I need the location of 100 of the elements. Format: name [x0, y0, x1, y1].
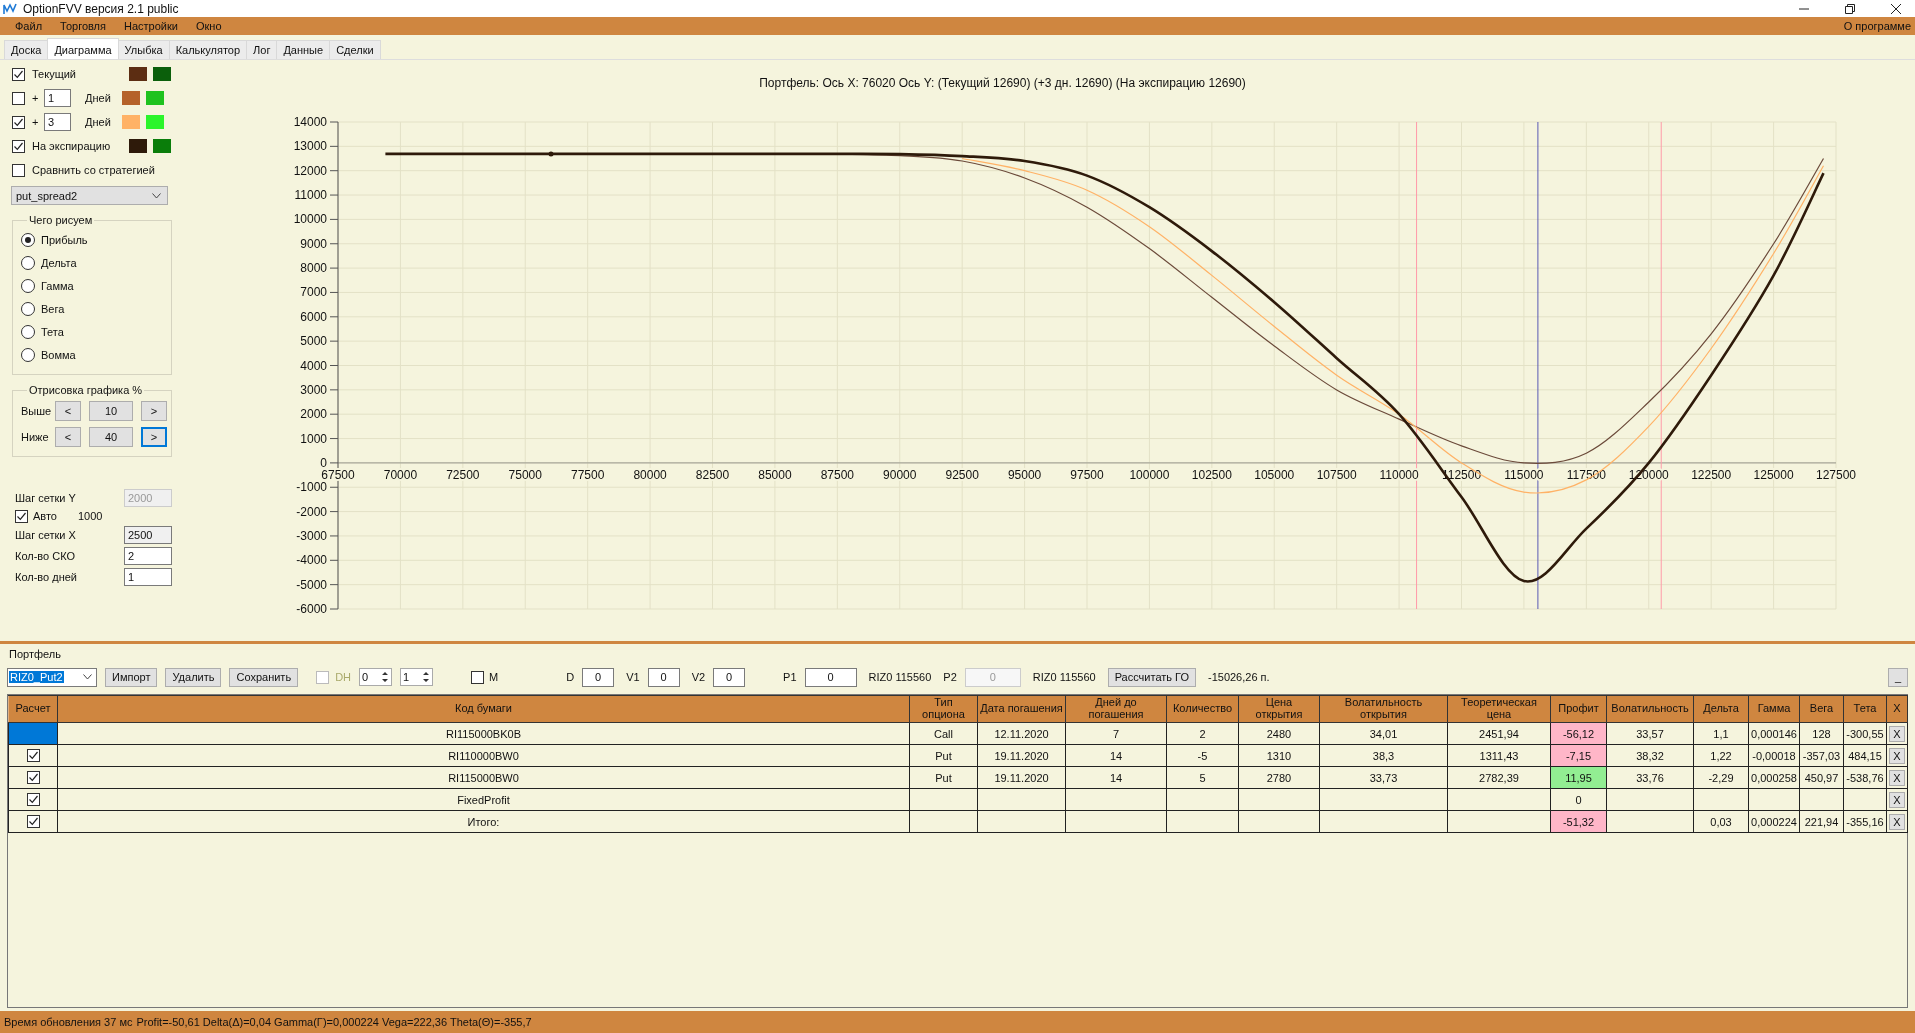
- table-cell: 38,3: [1319, 744, 1448, 767]
- range-label: Ниже: [21, 431, 50, 443]
- increase-button[interactable]: >: [141, 427, 167, 447]
- menu-item[interactable]: Торговля: [51, 20, 115, 32]
- setting-field[interactable]: 2500: [124, 525, 172, 544]
- minimize-button[interactable]: _: [1888, 667, 1908, 687]
- axis-label: 127500: [1816, 467, 1856, 482]
- tab[interactable]: Калькулятор: [168, 40, 248, 59]
- column-header[interactable]: Количество: [1166, 695, 1239, 723]
- column-header[interactable]: Дельта: [1693, 695, 1749, 723]
- days-field[interactable]: 3: [44, 113, 71, 131]
- column-header[interactable]: X: [1886, 695, 1908, 723]
- menu-item[interactable]: Файл: [6, 20, 52, 32]
- chart-title: Портфель: Ось X: 76020 Ось Y: (Текущий 12690) (+3 дн. 12690) (На экспирацию 12690): [759, 76, 1246, 90]
- table-cell: 5: [1166, 766, 1239, 789]
- table-cell: -300,55: [1843, 722, 1887, 745]
- table-cell: 0,000224: [1748, 810, 1800, 833]
- axis-label: 13000: [293, 139, 327, 154]
- column-header[interactable]: Цена открытия: [1238, 695, 1320, 723]
- column-header[interactable]: Расчет: [8, 695, 58, 723]
- delete-button[interactable]: X: [1889, 791, 1905, 808]
- table-cell: 7: [1065, 722, 1167, 745]
- setting-field[interactable]: 2: [124, 546, 172, 565]
- table-cell: Call: [909, 722, 978, 745]
- axis-label: 11000: [294, 188, 327, 203]
- column-header[interactable]: Код бумаги: [57, 695, 910, 723]
- column-header[interactable]: Гамма: [1748, 695, 1800, 723]
- axis-label: 1000: [300, 431, 327, 446]
- table-cell: -0,00018: [1748, 744, 1800, 767]
- tab[interactable]: Доска: [4, 40, 49, 59]
- toolbar-button[interactable]: Импорт: [105, 667, 158, 687]
- axis-label: -4000: [296, 553, 327, 568]
- radio-label: Тета: [41, 325, 64, 338]
- percent-field[interactable]: 40: [89, 427, 133, 447]
- delete-button[interactable]: X: [1889, 769, 1905, 786]
- param-field[interactable]: 0: [582, 667, 615, 687]
- table-cell: -538,76: [1843, 766, 1887, 789]
- param-label: P2: [943, 671, 957, 683]
- axis-label: 72500: [446, 467, 480, 482]
- param-field[interactable]: 0: [804, 667, 857, 687]
- decrease-button[interactable]: <: [55, 427, 81, 447]
- table-cell: 1311,43: [1447, 744, 1551, 767]
- strategy-dropdown[interactable]: put_spread2: [11, 186, 168, 205]
- number-spinner[interactable]: 0: [359, 668, 393, 686]
- axis-label: 9000: [300, 236, 327, 251]
- param-label: P1: [783, 671, 797, 683]
- column-header[interactable]: Профит: [1550, 695, 1607, 723]
- table-cell: 2782,39: [1447, 766, 1551, 789]
- column-header[interactable]: Тета: [1843, 695, 1887, 723]
- table-cell: 0: [1550, 788, 1607, 811]
- menu-item[interactable]: Окно: [186, 20, 231, 32]
- section-title: Портфель: [9, 648, 61, 660]
- axis-label: 6000: [300, 309, 327, 324]
- toolbar-button[interactable]: Удалить: [165, 667, 222, 687]
- table-cell: 2: [1166, 722, 1239, 745]
- setting-field[interactable]: 1: [124, 567, 172, 586]
- table-cell: RI110000BW0: [57, 744, 910, 767]
- axis-label: 75000: [508, 467, 542, 482]
- axis-label: -2000: [296, 504, 327, 519]
- days-field[interactable]: 1: [44, 89, 71, 107]
- radio-label: Вомма: [41, 348, 76, 361]
- table-cell: 38,32: [1606, 744, 1694, 767]
- axis-label: 90000: [883, 467, 917, 482]
- tab[interactable]: Данные: [276, 40, 331, 59]
- increase-button[interactable]: >: [141, 401, 167, 421]
- axis-label: 10000: [293, 212, 327, 227]
- table-cell: 1310: [1238, 744, 1320, 767]
- tab[interactable]: Диаграмма: [47, 38, 119, 59]
- percent-field[interactable]: 10: [89, 401, 133, 421]
- delete-button[interactable]: X: [1889, 813, 1905, 830]
- toolbar-button[interactable]: Сохранить: [229, 667, 299, 687]
- tab[interactable]: Улыбка: [117, 40, 170, 59]
- column-header[interactable]: Волатильность: [1606, 695, 1694, 723]
- axis-label: 4000: [300, 358, 327, 373]
- calculate-button[interactable]: Рассчитать ГО: [1107, 667, 1196, 687]
- decrease-button[interactable]: <: [55, 401, 81, 421]
- tab[interactable]: Сделки: [329, 40, 381, 59]
- delete-button[interactable]: X: [1889, 725, 1905, 742]
- plus-label: +: [32, 92, 40, 104]
- table-cell: Put: [909, 744, 978, 767]
- column-header[interactable]: Тип опциона: [909, 695, 978, 723]
- axis-label: 2000: [300, 407, 327, 422]
- delete-button[interactable]: X: [1889, 747, 1905, 764]
- radio-label: Гамма: [41, 279, 74, 292]
- column-header[interactable]: Дней до погашения: [1065, 695, 1167, 723]
- setting-label: Шаг сетки X: [15, 528, 77, 541]
- column-header[interactable]: Вега: [1799, 695, 1844, 723]
- number-spinner[interactable]: 1: [400, 668, 434, 686]
- param-field[interactable]: 0: [647, 667, 680, 687]
- menu-item[interactable]: О программе: [1834, 20, 1915, 32]
- status-text: Время обновления 37 мс: [4, 1016, 133, 1028]
- param-field[interactable]: 0: [713, 667, 746, 687]
- tab[interactable]: Лог: [246, 40, 278, 59]
- column-header[interactable]: Теоретическая цена: [1447, 695, 1551, 723]
- column-header[interactable]: Дата погашения: [977, 695, 1066, 723]
- portfolio-dropdown[interactable]: RIZ0_Put2: [7, 667, 97, 687]
- status-text: Profit=-50,61 Delta(Δ)=0,04 Gamma(Γ)=0,000224 Vega=222,36 Theta(Θ)=-355,7: [136, 1016, 532, 1028]
- axis-label: 3000: [300, 382, 327, 397]
- menu-item[interactable]: Настройки: [115, 20, 187, 32]
- column-header[interactable]: Волатильность открытия: [1319, 695, 1448, 723]
